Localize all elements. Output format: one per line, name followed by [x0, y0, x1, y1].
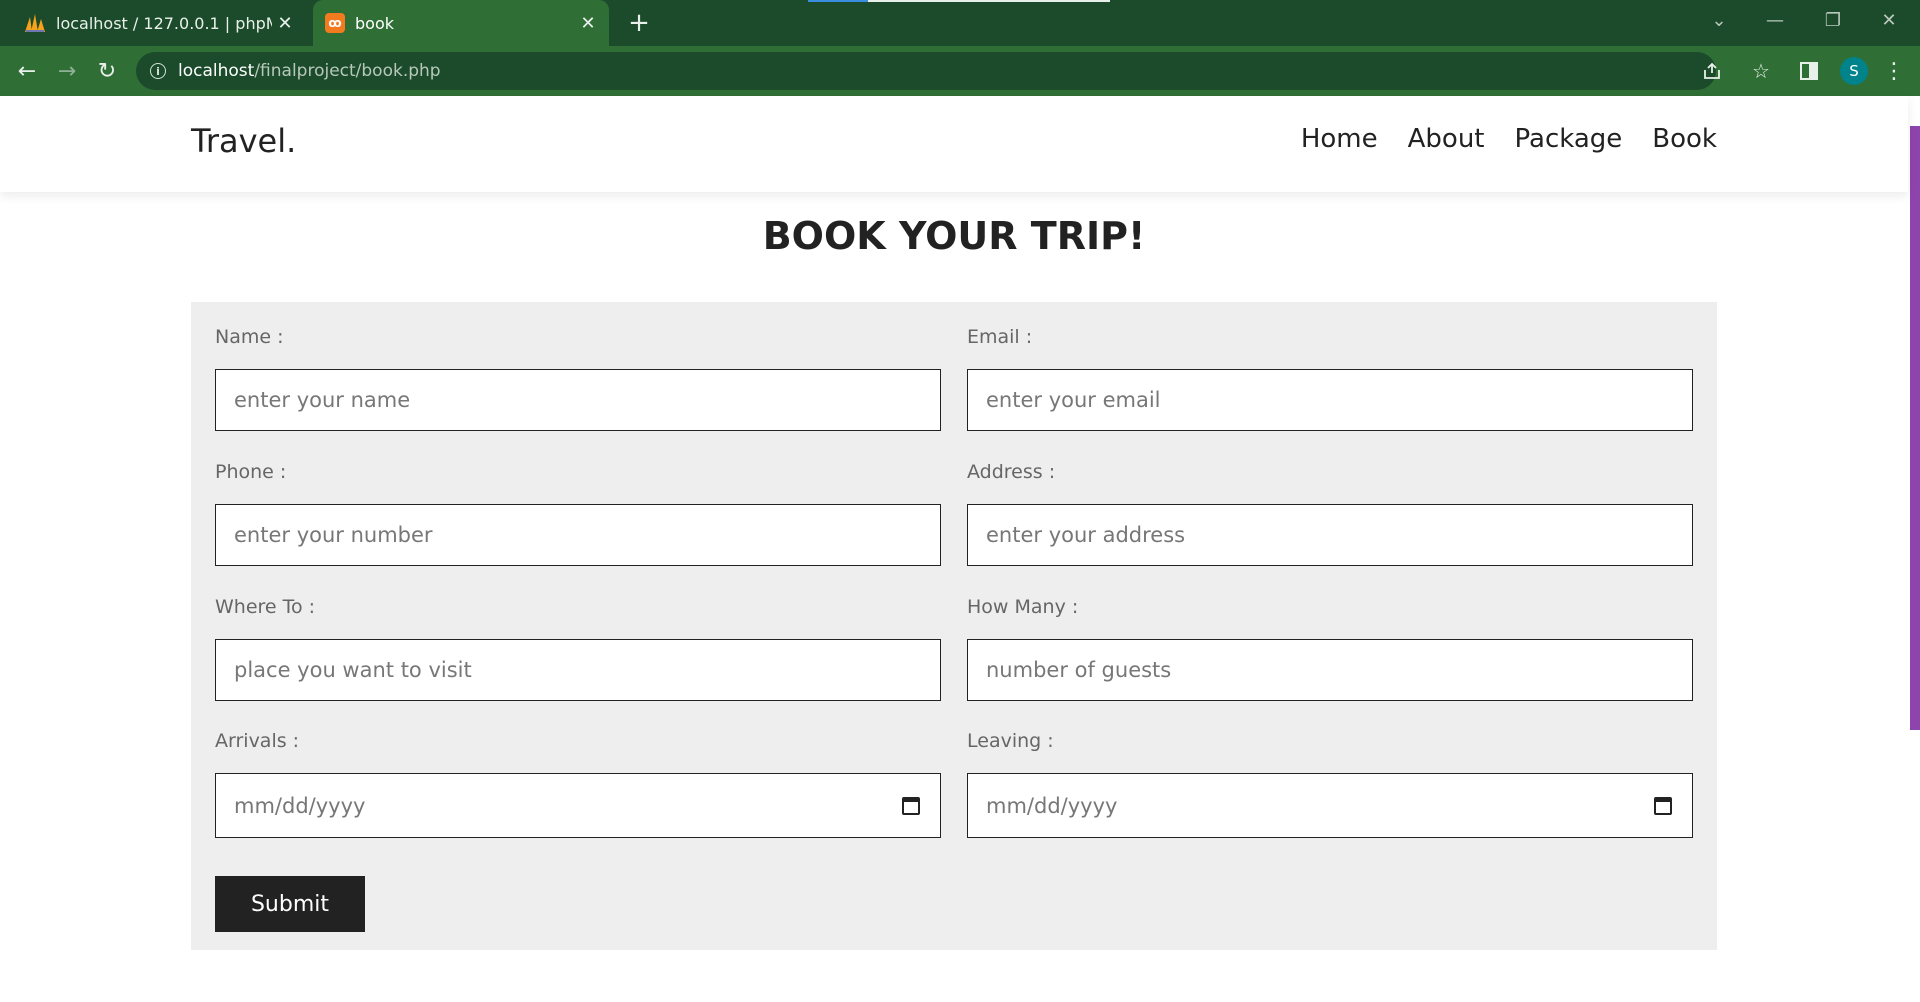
email-input[interactable]: enter your email	[967, 369, 1693, 431]
scrollbar-thumb[interactable]	[1910, 126, 1920, 730]
restore-icon[interactable]: ❐	[1810, 0, 1856, 40]
phone-label: Phone :	[215, 461, 287, 483]
loading-strip-progress	[808, 0, 868, 2]
leaving-label: Leaving :	[967, 730, 1054, 752]
page-content: Travel. Home About Package Book BOOK YOU…	[0, 96, 1920, 1002]
share-icon[interactable]	[1702, 52, 1722, 90]
email-field-group: Email : enter your email	[967, 326, 1693, 431]
site-nav: Home About Package Book	[1301, 124, 1717, 154]
submit-button[interactable]: Submit	[215, 876, 365, 932]
browser-tab-strip: localhost / 127.0.0.1 | phpMyAdm ✕ ꝏ boo…	[0, 0, 1920, 46]
nav-link-home[interactable]: Home	[1301, 124, 1378, 154]
browser-toolbar: ← → ↻ i localhost/finalproject/book.php …	[0, 46, 1920, 96]
destination-label: Where To :	[215, 596, 316, 618]
close-icon[interactable]: ✕	[575, 13, 601, 34]
minimize-icon[interactable]: —	[1752, 0, 1798, 40]
profile-avatar[interactable]: S	[1840, 57, 1868, 85]
xampp-icon: ꝏ	[325, 13, 345, 33]
tab-book[interactable]: ꝏ book ✕	[313, 0, 609, 46]
name-field-group: Name : enter your name	[215, 326, 941, 431]
leaving-date-input[interactable]: mm/dd/yyyy	[967, 773, 1693, 838]
phpmyadmin-icon	[24, 13, 46, 33]
nav-link-about[interactable]: About	[1408, 124, 1485, 154]
page-title: BOOK YOUR TRIP!	[762, 214, 1146, 258]
guests-input[interactable]: number of guests	[967, 639, 1693, 701]
site-header: Travel. Home About Package Book	[0, 96, 1908, 192]
phone-input[interactable]: enter your number	[215, 504, 941, 566]
nav-link-package[interactable]: Package	[1515, 124, 1623, 154]
guests-label: How Many :	[967, 596, 1079, 618]
menu-dots-icon[interactable]: ⋮	[1882, 57, 1906, 85]
site-info-icon[interactable]: i	[150, 63, 166, 79]
destination-field-group: Where To : place you want to visit	[215, 596, 941, 701]
address-bar[interactable]: i localhost/finalproject/book.php	[136, 52, 1720, 90]
url-host: localhost	[178, 61, 255, 81]
destination-input[interactable]: place you want to visit	[215, 639, 941, 701]
arrival-date-placeholder: mm/dd/yyyy	[234, 793, 366, 818]
address-label: Address :	[967, 461, 1056, 483]
email-label: Email :	[967, 326, 1033, 348]
tab-title: localhost / 127.0.0.1 | phpMyAdm	[56, 13, 272, 33]
url-text[interactable]: localhost/finalproject/book.php	[178, 61, 441, 81]
calendar-icon[interactable]	[1654, 796, 1672, 815]
calendar-icon[interactable]	[902, 796, 920, 815]
guests-field-group: How Many : number of guests	[967, 596, 1693, 701]
name-input[interactable]: enter your name	[215, 369, 941, 431]
bookmark-star-icon[interactable]: ☆	[1752, 52, 1770, 90]
booking-form: Name : enter your name Email : enter you…	[191, 302, 1717, 950]
url-path: /finalproject/book.php	[254, 61, 441, 81]
window-close-icon[interactable]: ✕	[1866, 0, 1912, 40]
nav-link-book[interactable]: Book	[1652, 124, 1717, 154]
site-logo[interactable]: Travel.	[191, 122, 296, 160]
tab-search-chevron-icon[interactable]: ⌄	[1696, 0, 1742, 40]
new-tab-plus-icon[interactable]: +	[622, 6, 656, 40]
arrival-field-group: Arrivals : mm/dd/yyyy	[215, 730, 941, 838]
arrival-date-input[interactable]: mm/dd/yyyy	[215, 773, 941, 838]
side-panel-icon[interactable]	[1800, 52, 1818, 90]
leaving-date-placeholder: mm/dd/yyyy	[986, 793, 1118, 818]
tab-title: book	[355, 13, 394, 33]
address-field-group: Address : enter your address	[967, 461, 1693, 566]
address-input[interactable]: enter your address	[967, 504, 1693, 566]
name-label: Name :	[215, 326, 284, 348]
tab-phpmyadmin[interactable]: localhost / 127.0.0.1 | phpMyAdm ✕	[10, 0, 306, 46]
back-arrow-icon[interactable]: ←	[11, 55, 43, 87]
phone-field-group: Phone : enter your number	[215, 461, 941, 566]
arrival-label: Arrivals :	[215, 730, 300, 752]
close-icon[interactable]: ✕	[272, 13, 298, 34]
leaving-field-group: Leaving : mm/dd/yyyy	[967, 730, 1693, 838]
forward-arrow-icon[interactable]: →	[51, 55, 83, 87]
reload-icon[interactable]: ↻	[91, 55, 123, 87]
